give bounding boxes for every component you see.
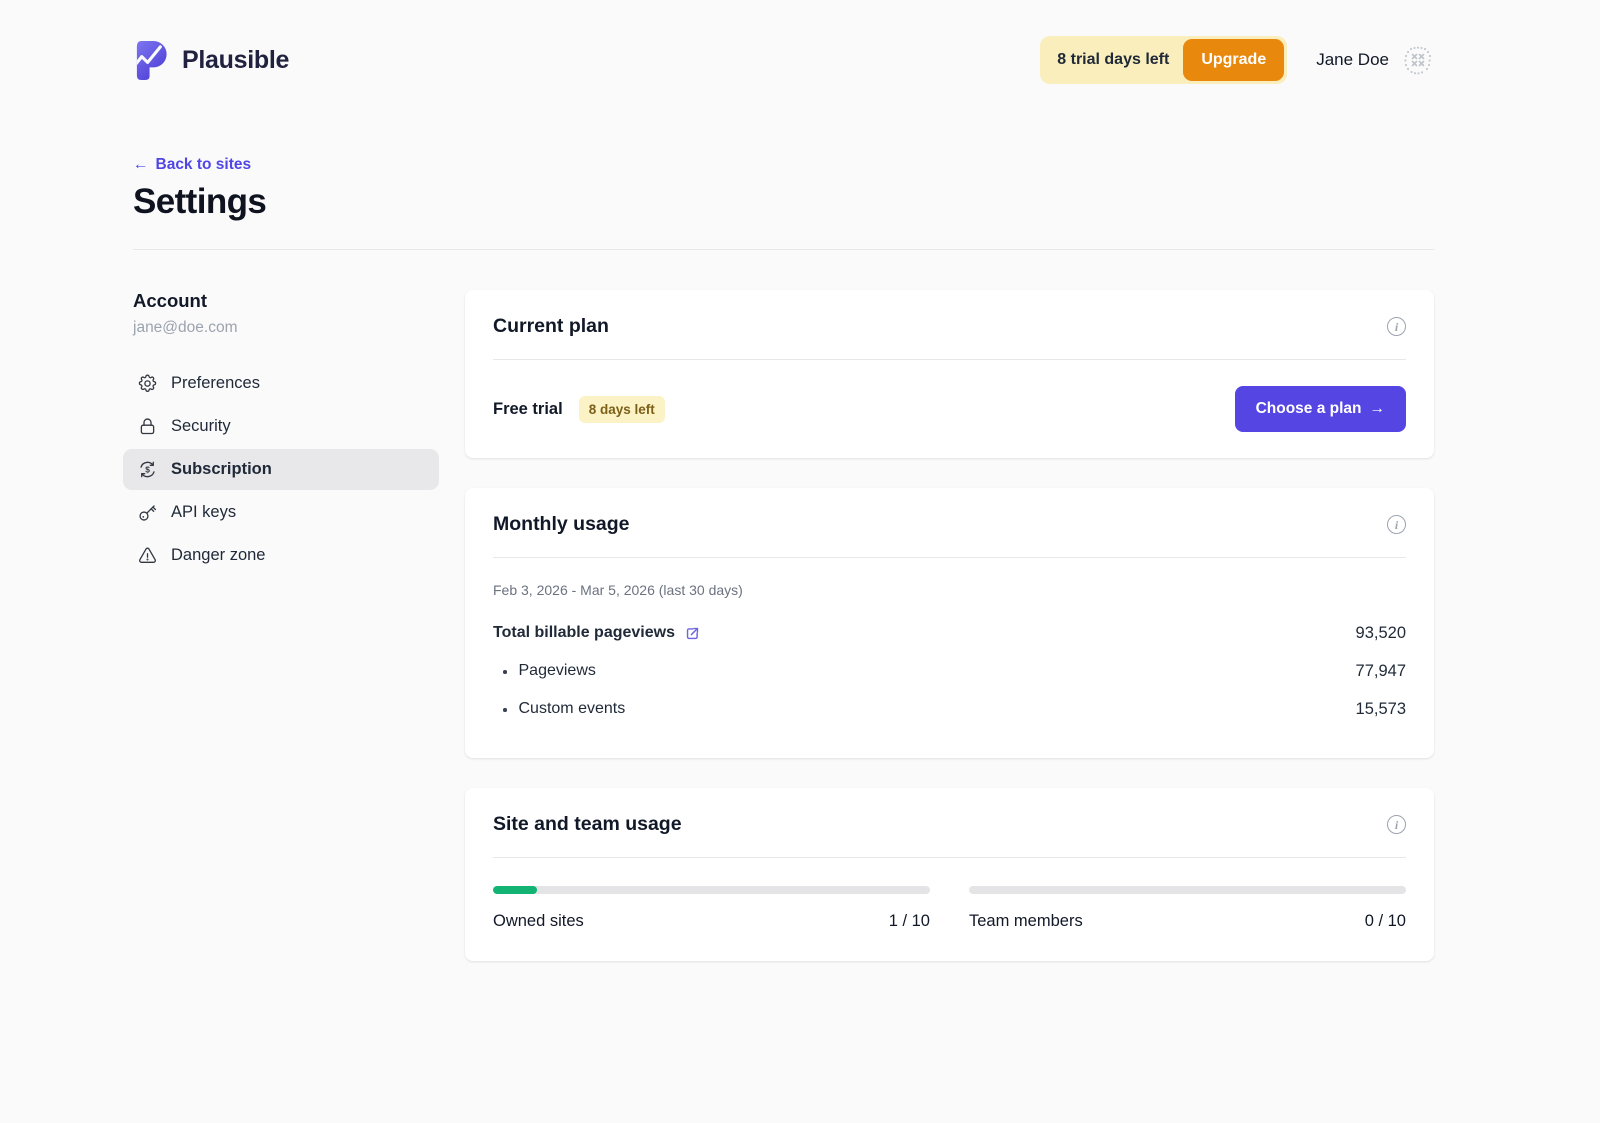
sidebar-item-subscription[interactable]: $ Subscription xyxy=(123,449,439,490)
usage-row-custom-events: Custom events 15,573 xyxy=(493,690,1406,728)
sidebar-section-title: Account xyxy=(133,290,439,312)
arrow-right-icon: → xyxy=(1370,400,1386,418)
sidebar-item-label: Subscription xyxy=(171,460,272,479)
sidebar-nav: Preferences Security xyxy=(123,363,439,576)
trial-days-text: 8 trial days left xyxy=(1057,51,1169,69)
brand: Plausible xyxy=(133,39,289,82)
team-members-meter: Team members 0 / 10 xyxy=(969,886,1406,931)
page: Plausible 8 trial days left Upgrade Jane… xyxy=(133,36,1434,991)
info-icon[interactable]: i xyxy=(1387,317,1406,336)
meter-value: 1 / 10 xyxy=(889,912,930,931)
sidebar-item-preferences[interactable]: Preferences xyxy=(123,363,439,404)
usage-row-value: 15,573 xyxy=(1356,700,1406,719)
back-arrow-icon: ← xyxy=(133,156,149,174)
days-left-badge: 8 days left xyxy=(579,396,665,423)
card-title: Site and team usage xyxy=(493,813,682,836)
progress-track xyxy=(969,886,1406,894)
bullet xyxy=(503,708,507,712)
choose-plan-label: Choose a plan xyxy=(1256,400,1362,418)
current-plan-card: Current plan i Free trial 8 days left Ch… xyxy=(465,290,1434,458)
external-link-icon[interactable] xyxy=(684,625,701,642)
sidebar-item-danger-zone[interactable]: Danger zone xyxy=(123,535,439,576)
usage-row-label: Custom events xyxy=(519,700,626,718)
info-icon[interactable]: i xyxy=(1387,515,1406,534)
meter-label: Owned sites xyxy=(493,912,584,931)
plan-name: Free trial xyxy=(493,400,563,419)
progress-fill xyxy=(493,886,537,894)
avatar xyxy=(1401,44,1434,77)
lock-icon xyxy=(137,416,158,437)
sidebar-item-label: Security xyxy=(171,417,231,436)
usage-row-pageviews: Pageviews 77,947 xyxy=(493,652,1406,690)
owned-sites-meter: Owned sites 1 / 10 xyxy=(493,886,930,931)
key-icon xyxy=(137,502,158,523)
sidebar-item-label: Preferences xyxy=(171,374,260,393)
trial-banner: 8 trial days left Upgrade xyxy=(1040,36,1287,84)
user-menu[interactable]: Jane Doe xyxy=(1316,44,1434,77)
upgrade-button[interactable]: Upgrade xyxy=(1183,39,1284,81)
account-email: jane@doe.com xyxy=(133,319,439,337)
meter-label: Team members xyxy=(969,912,1083,931)
topbar: Plausible 8 trial days left Upgrade Jane… xyxy=(133,36,1434,84)
sidebar-item-label: API keys xyxy=(171,503,236,522)
meter-value: 0 / 10 xyxy=(1365,912,1406,931)
warning-triangle-icon xyxy=(137,545,158,566)
usage-row-value: 77,947 xyxy=(1356,662,1406,681)
usage-row-total: Total billable pageviews 93,520 xyxy=(493,614,1406,652)
bullet xyxy=(503,670,507,674)
brand-name: Plausible xyxy=(182,46,289,75)
back-link-label: Back to sites xyxy=(156,156,252,174)
svg-text:$: $ xyxy=(145,464,150,474)
progress-track xyxy=(493,886,930,894)
sidebar-item-api-keys[interactable]: API keys xyxy=(123,492,439,533)
gear-icon xyxy=(137,373,158,394)
info-icon[interactable]: i xyxy=(1387,815,1406,834)
card-title: Current plan xyxy=(493,315,609,338)
usage-row-value: 93,520 xyxy=(1356,624,1406,643)
plausible-logo-icon xyxy=(133,39,172,82)
monthly-usage-card: Monthly usage i Feb 3, 2026 - Mar 5, 202… xyxy=(465,488,1434,758)
dollar-refresh-icon: $ xyxy=(137,459,158,480)
settings-main: Current plan i Free trial 8 days left Ch… xyxy=(465,290,1434,991)
page-divider xyxy=(133,249,1434,250)
sidebar-item-security[interactable]: Security xyxy=(123,406,439,447)
user-name: Jane Doe xyxy=(1316,50,1389,70)
usage-row-label: Total billable pageviews xyxy=(493,624,675,642)
sidebar-item-label: Danger zone xyxy=(171,546,265,565)
card-title: Monthly usage xyxy=(493,513,630,536)
usage-period: Feb 3, 2026 - Mar 5, 2026 (last 30 days) xyxy=(493,582,1406,598)
topbar-right: 8 trial days left Upgrade Jane Doe xyxy=(1040,36,1434,84)
back-to-sites-link[interactable]: ← Back to sites xyxy=(133,156,251,174)
usage-row-label: Pageviews xyxy=(519,662,596,680)
choose-plan-button[interactable]: Choose a plan → xyxy=(1235,386,1406,432)
settings-sidebar: Account jane@doe.com Preferences xyxy=(133,290,439,578)
site-team-usage-card: Site and team usage i Owned sites 1 / 10 xyxy=(465,788,1434,961)
page-title: Settings xyxy=(133,182,1434,222)
